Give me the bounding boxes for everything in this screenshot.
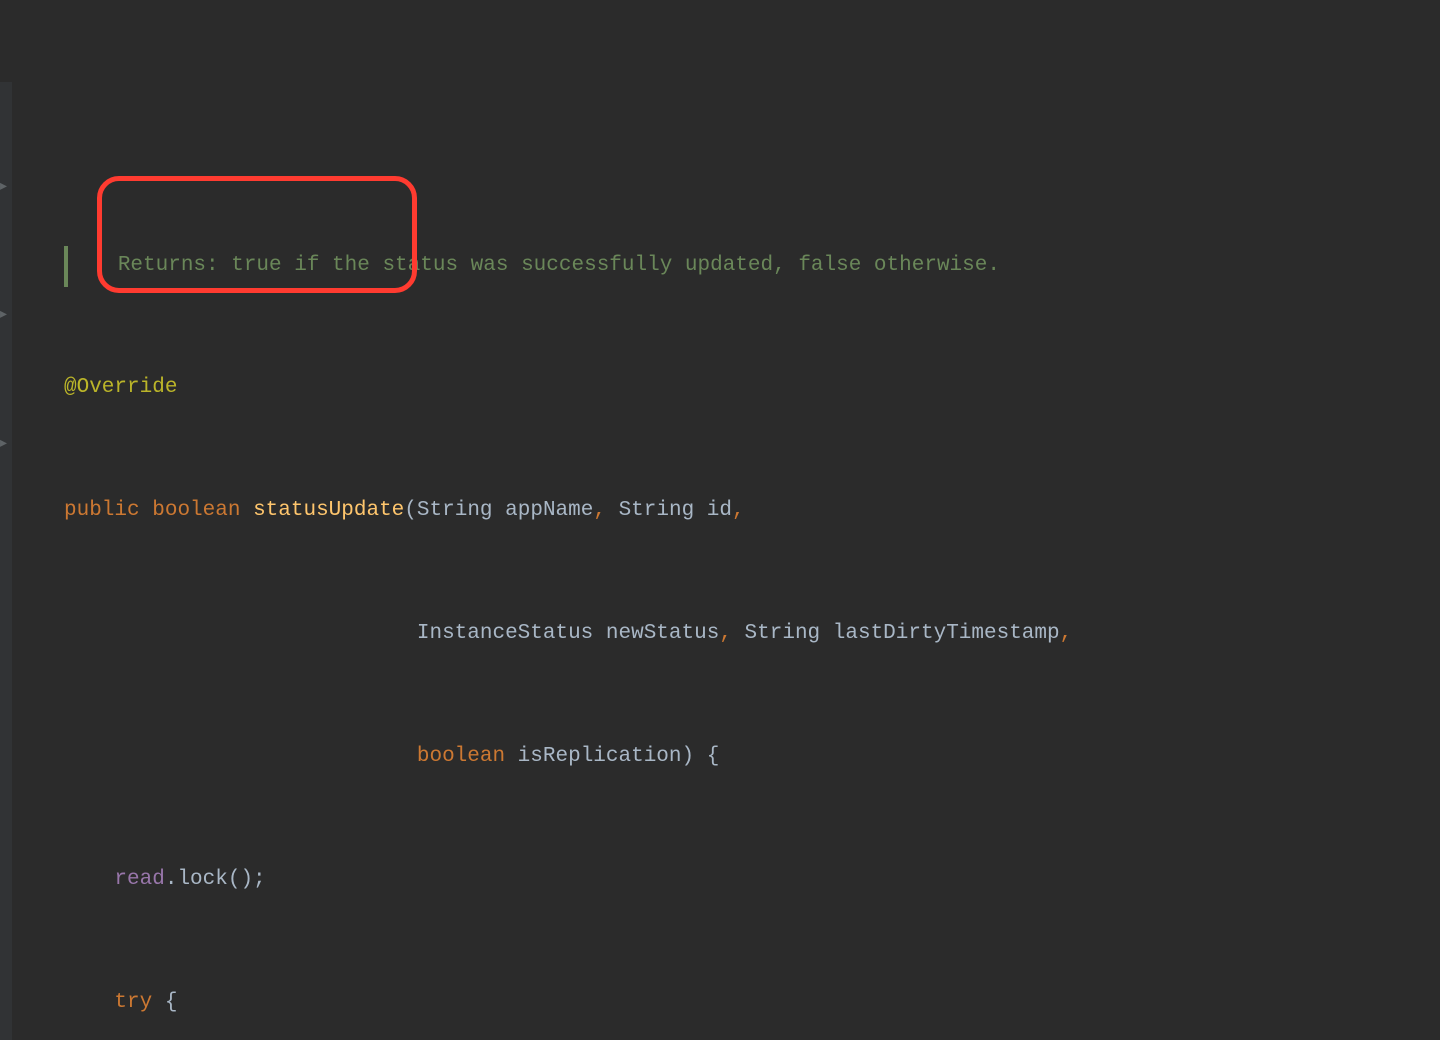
sig-type: String — [619, 499, 695, 522]
code-line-lock: read.lock(); — [12, 860, 1440, 901]
comma: , — [719, 622, 744, 645]
sig-close: ) { — [682, 745, 720, 768]
kw-try: try — [114, 991, 152, 1014]
fold-marks-area: ▸ ▸ ▸ — [0, 0, 14, 205]
method-name: statusUpdate — [253, 499, 404, 522]
code-line-try: try { — [12, 983, 1440, 1024]
kw-boolean-2: boolean — [417, 745, 505, 768]
sig-open: ( — [404, 499, 417, 522]
code-line-sig1: public boolean statusUpdate(String appNa… — [12, 491, 1440, 532]
sig-name: appName — [493, 499, 594, 522]
comma: , — [1060, 622, 1073, 645]
sig-name: isReplication — [505, 745, 681, 768]
kw-boolean: boolean — [152, 499, 240, 522]
code-line-sig3: boolean isReplication) { — [12, 737, 1440, 778]
sig-type: String — [417, 499, 493, 522]
fold-marker-icon[interactable]: ▸ — [0, 302, 14, 316]
override-annotation: @Override — [64, 376, 177, 399]
lock-call: .lock(); — [165, 868, 266, 891]
doc-line: Returns: true if the status was successf… — [12, 246, 1440, 287]
sig-name: lastDirtyTimestamp — [820, 622, 1059, 645]
comma: , — [732, 499, 745, 522]
sig-type: InstanceStatus — [417, 622, 593, 645]
fold-marker-icon[interactable]: ▸ — [0, 174, 14, 188]
try-brace: { — [152, 991, 177, 1014]
code-line-annotation: @Override — [12, 368, 1440, 409]
sig-name: id — [694, 499, 732, 522]
read-field: read — [114, 868, 164, 891]
doc-guide: Returns: true if the status was successf… — [64, 246, 1000, 287]
gutter — [0, 82, 12, 1040]
kw-public: public — [64, 499, 140, 522]
doc-returns: Returns: true if the status was successf… — [118, 254, 1000, 277]
fold-marker-icon[interactable]: ▸ — [0, 431, 14, 445]
comma: , — [593, 499, 618, 522]
code-line-sig2: InstanceStatus newStatus, String lastDir… — [12, 614, 1440, 655]
sig-name: newStatus — [593, 622, 719, 645]
code-editor[interactable]: ▸ ▸ ▸ Returns: true if the status was su… — [0, 0, 1440, 1040]
sig-type: String — [745, 622, 821, 645]
